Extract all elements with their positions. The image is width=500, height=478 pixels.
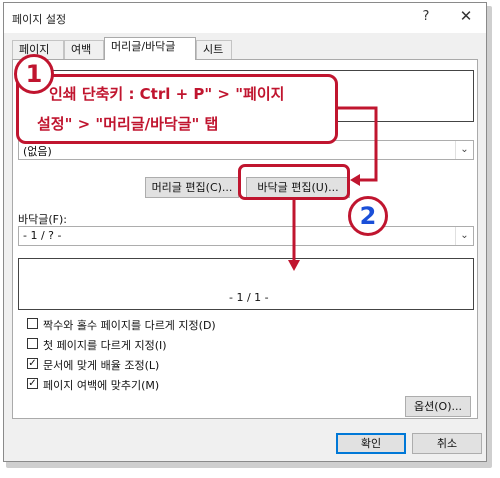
arrow-head-icon: [350, 174, 360, 186]
annotation-arrows: [288, 106, 378, 271]
arrow-head-icon: [288, 260, 300, 271]
tab-header-footer[interactable]: 머리글/바닥글: [104, 37, 196, 60]
arrow-to-footer-button: [338, 106, 378, 182]
